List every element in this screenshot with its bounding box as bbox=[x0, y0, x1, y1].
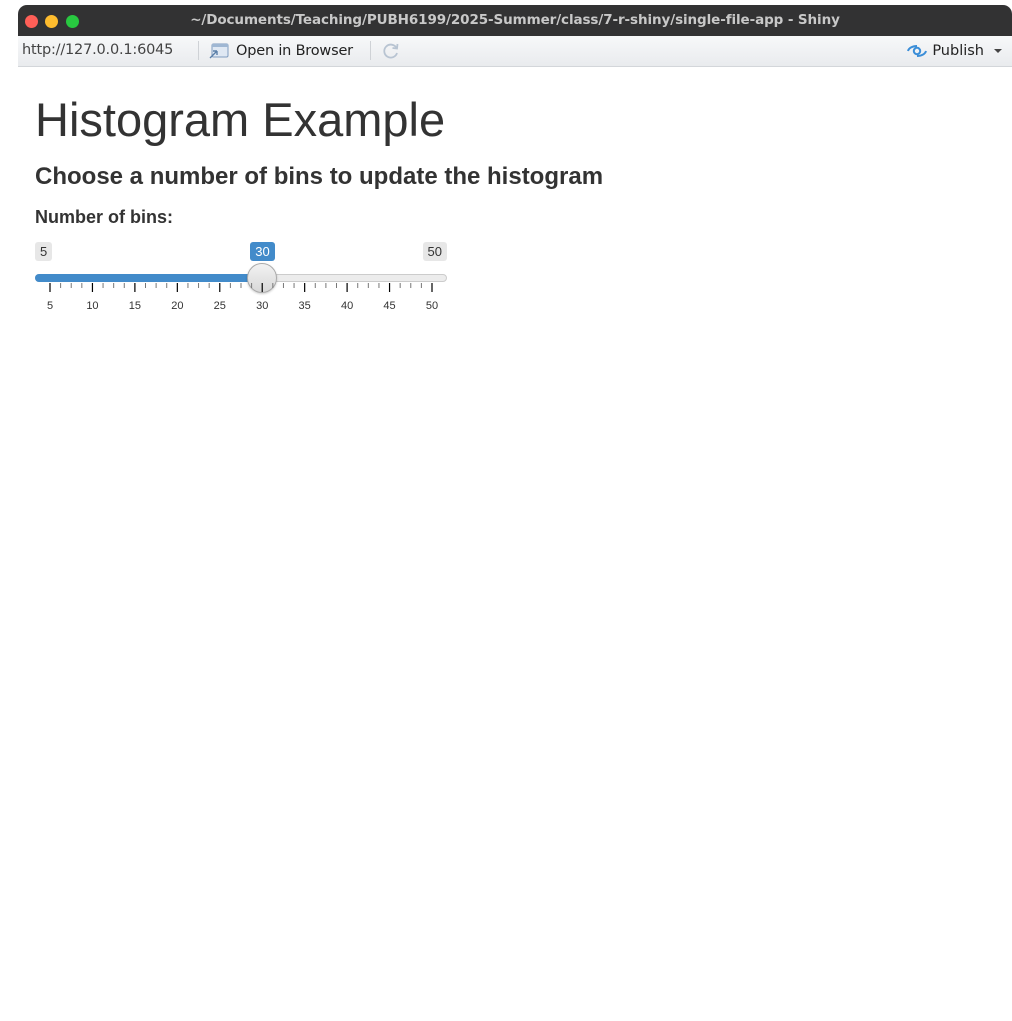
slider-min-badge: 5 bbox=[35, 242, 53, 261]
slider-tick-label: 10 bbox=[86, 300, 98, 312]
refresh-icon[interactable] bbox=[380, 40, 402, 62]
open-in-browser-button[interactable]: Open in Browser bbox=[208, 39, 353, 63]
window-title: ~/Documents/Teaching/PUBH6199/2025-Summe… bbox=[190, 12, 840, 28]
slider-tick-label: 20 bbox=[171, 300, 183, 312]
window-title-bar: ~/Documents/Teaching/PUBH6199/2025-Summe… bbox=[18, 5, 1012, 36]
slider-value-badge: 30 bbox=[250, 242, 275, 261]
chevron-down-icon[interactable] bbox=[994, 48, 1002, 54]
slider-tick-label: 40 bbox=[341, 300, 353, 312]
slider-tick-label: 25 bbox=[214, 300, 226, 312]
publish-icon bbox=[907, 44, 928, 58]
toolbar-divider bbox=[370, 41, 371, 60]
slider-tick-label: 15 bbox=[129, 300, 141, 312]
slider-tick-label: 50 bbox=[426, 300, 438, 312]
slider-tick-label: 5 bbox=[47, 300, 53, 312]
slider-ticks: 5 10 15 20 25 30 35 40 45 50 bbox=[47, 283, 438, 312]
viewer-toolbar: http://127.0.0.1:6045 Open in Browser Pu… bbox=[18, 36, 1012, 67]
bins-slider[interactable]: 5 50 30 5 10 15 20 25 30 35 40 45 50 bbox=[35, 238, 449, 320]
slider-tick-label: 35 bbox=[299, 300, 311, 312]
publish-label: Publish bbox=[932, 43, 984, 59]
bins-slider-label: Number of bins: bbox=[35, 207, 173, 227]
slider-fill bbox=[35, 274, 263, 282]
slider-tick-label: 45 bbox=[383, 300, 395, 312]
page-title: Histogram Example bbox=[35, 93, 446, 146]
slider-max-badge: 50 bbox=[422, 242, 447, 261]
publish-button[interactable]: Publish bbox=[906, 40, 1002, 62]
slider-tick-label: 30 bbox=[256, 300, 268, 312]
page-subtitle: Choose a number of bins to update the hi… bbox=[35, 163, 604, 190]
open-in-browser-icon bbox=[209, 43, 229, 59]
open-in-browser-label: Open in Browser bbox=[236, 43, 353, 59]
toolbar-divider bbox=[198, 41, 199, 60]
app-url[interactable]: http://127.0.0.1:6045 bbox=[22, 42, 173, 58]
